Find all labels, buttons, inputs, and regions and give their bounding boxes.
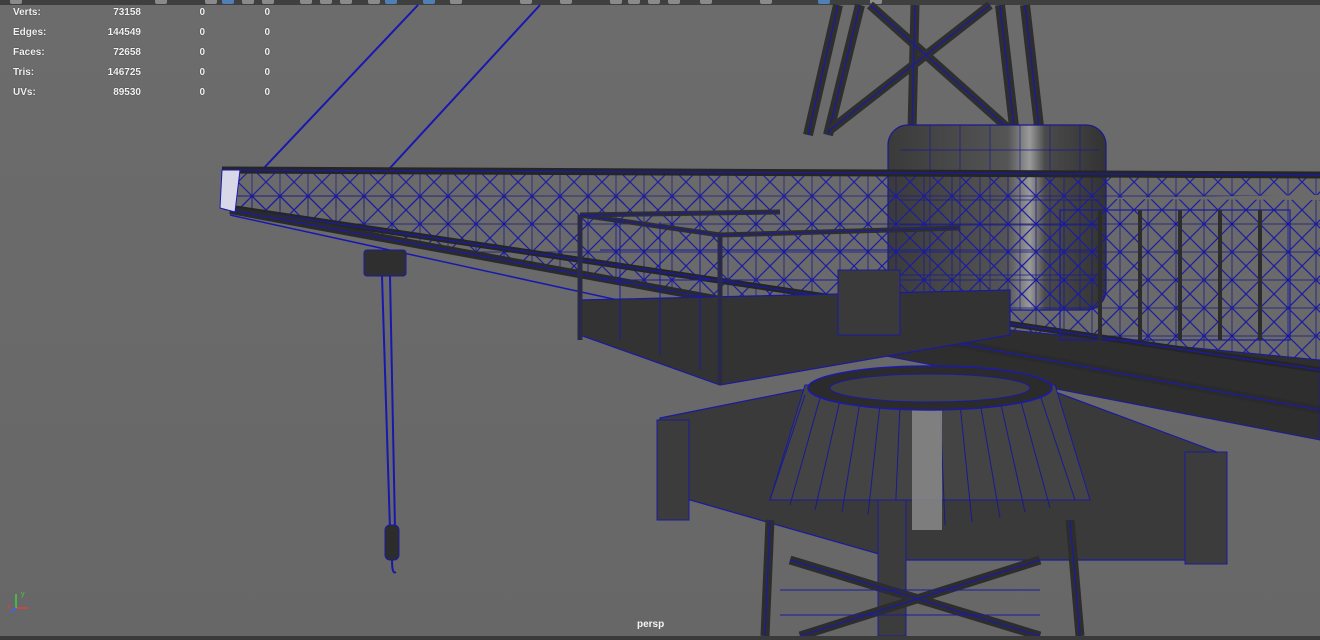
viewport-panel[interactable]: Verts: 73158 0 0 Edges: 144549 0 0 Faces… — [0, 0, 1320, 636]
hud-total: 72658 — [113, 47, 141, 58]
hud-selected-component: 0 — [264, 7, 270, 18]
hud-label: UVs: — [13, 87, 36, 98]
hud-row-tris: Tris: 146725 0 0 — [13, 66, 273, 86]
hud-selected: 0 — [199, 47, 205, 58]
tower-mast-upper — [803, 1, 1045, 137]
axis-gizmo-icon: y x — [7, 591, 28, 613]
axis-label-y: y — [21, 591, 25, 598]
hud-total: 144549 — [107, 27, 141, 38]
hud-label: Tris: — [13, 67, 35, 78]
hud-label: Edges: — [13, 27, 47, 38]
hud-selected-component: 0 — [264, 87, 270, 98]
hud-selected-component: 0 — [264, 27, 270, 38]
hud-row-edges: Edges: 144549 0 0 — [13, 26, 273, 46]
hud-selected-component: 0 — [264, 47, 270, 58]
poly-count-hud: Verts: 73158 0 0 Edges: 144549 0 0 Faces… — [13, 6, 273, 106]
hud-selected: 0 — [199, 27, 205, 38]
hud-selected: 0 — [199, 67, 205, 78]
hud-label: Faces: — [13, 47, 45, 58]
hud-selected: 0 — [199, 87, 205, 98]
hud-total: 146725 — [107, 67, 141, 78]
hud-row-uvs: UVs: 89530 0 0 — [13, 86, 273, 106]
hud-selected-component: 0 — [264, 67, 270, 78]
axis-label-x: x — [7, 604, 11, 611]
viewport-border — [0, 636, 1320, 640]
hud-label: Verts: — [13, 7, 41, 18]
hud-selected: 0 — [199, 7, 205, 18]
camera-name-label: persp — [637, 619, 665, 630]
hook-block — [363, 249, 407, 574]
hud-row-faces: Faces: 72658 0 0 — [13, 46, 273, 66]
hud-total: 89530 — [113, 87, 141, 98]
hud-total: 73158 — [113, 7, 141, 18]
hud-row-verts: Verts: 73158 0 0 — [13, 6, 273, 26]
